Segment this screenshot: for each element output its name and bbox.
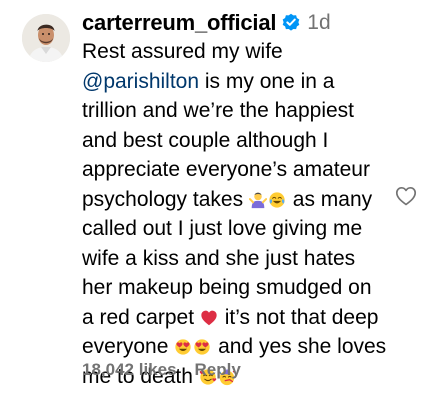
avatar[interactable] bbox=[22, 14, 70, 62]
comment-line: wife a kiss and she just hates bbox=[82, 246, 356, 270]
verified-badge-icon bbox=[282, 13, 300, 31]
face-with-tears-of-joy-emoji bbox=[269, 191, 285, 208]
comment-line: everyone and yes she loves bbox=[82, 335, 387, 358]
likes-count[interactable]: 18,042 likes bbox=[82, 360, 177, 380]
red-heart-emoji bbox=[201, 310, 217, 325]
comment-actions: 18,042 likes Reply bbox=[82, 360, 241, 380]
comment-line: trillion and we’re the happiest bbox=[82, 99, 354, 122]
comment-line: called out I just love giving me bbox=[82, 217, 363, 240]
comment-line: and best couple although I bbox=[82, 128, 329, 152]
heart-eyes-emoji bbox=[175, 339, 191, 355]
username[interactable]: carterreum_official bbox=[82, 10, 276, 36]
timestamp: 1d bbox=[307, 11, 331, 34]
comment-line: a red carpet it’s not that deep bbox=[82, 305, 379, 329]
comment-line: Rest assured my wife bbox=[82, 40, 283, 63]
comment-line: her makeup being smudged on bbox=[82, 276, 372, 299]
comment-header: carterreum_official 1d bbox=[82, 8, 382, 38]
comment-line: appreciate everyone’s amateur bbox=[82, 158, 370, 181]
comment: carterreum_official 1d Rest assured my w… bbox=[0, 0, 444, 401]
person-shrugging-emoji bbox=[248, 192, 267, 208]
reply-button[interactable]: Reply bbox=[195, 360, 241, 380]
avatar-photo bbox=[22, 14, 70, 62]
heart-eyes-emoji bbox=[194, 339, 210, 355]
heart-outline-icon[interactable] bbox=[394, 184, 418, 208]
comment-line: @parishilton is my one in a bbox=[82, 69, 335, 93]
comment-line: psychology takes as many bbox=[82, 187, 373, 211]
comment-text: Rest assured my wife @parishilton is my … bbox=[82, 37, 387, 391]
mention-link[interactable]: @parishilton bbox=[82, 70, 199, 93]
comment-content: carterreum_official 1d Rest assured my w… bbox=[82, 8, 387, 391]
